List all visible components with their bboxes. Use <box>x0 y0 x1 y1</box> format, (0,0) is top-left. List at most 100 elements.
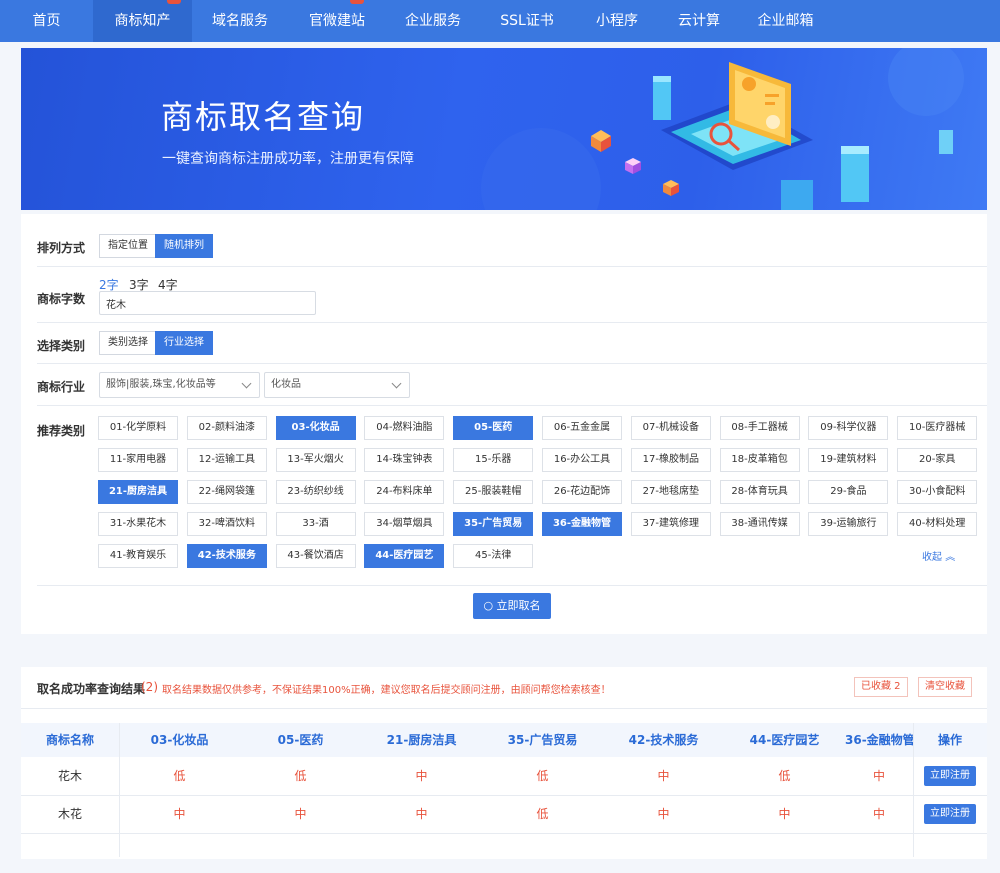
length-row: 商标字数 2字 3字 4字 <box>37 267 987 323</box>
success-rate-cell: 低 <box>536 769 549 783</box>
nav-item-website[interactable]: 官微建站 <box>288 0 386 42</box>
success-rate-cell: 中 <box>657 769 670 783</box>
chevron-down-icon <box>241 378 252 389</box>
category-chip[interactable]: 21-厨房洁具 <box>98 480 178 504</box>
category-chip[interactable]: 26-花边配饰 <box>542 480 622 504</box>
category-chip[interactable]: 30-小食配料 <box>897 480 978 504</box>
nav-item-cloud[interactable]: 云计算 <box>660 0 738 42</box>
category-chip[interactable]: 42-技术服务 <box>186 544 267 568</box>
category-chip[interactable]: 17-橡胶制品 <box>630 448 711 472</box>
table-header-cell: 42-技术服务 <box>603 723 724 757</box>
category-chip[interactable]: 02-颜料油漆 <box>186 416 267 440</box>
category-chip[interactable]: 38-通讯传媒 <box>719 512 800 536</box>
industry-select[interactable]: 服饰|服装,珠宝,化妆品等 <box>99 372 260 398</box>
category-chip[interactable]: 36-金融物管 <box>542 512 622 536</box>
category-chip[interactable]: 05-医药 <box>453 416 534 440</box>
nav-item-email[interactable]: 企业邮箱 <box>738 0 833 42</box>
results-title: 取名成功率查询结果 <box>37 682 146 696</box>
search-icon: ○ <box>483 599 494 612</box>
category-chip[interactable]: 01-化学原料 <box>98 416 178 440</box>
category-chip[interactable]: 27-地毯席垫 <box>630 480 711 504</box>
category-chip[interactable]: 25-服装鞋帽 <box>453 480 534 504</box>
category-chip[interactable]: 22-绳网袋篷 <box>186 480 267 504</box>
industry-label: 商标行业 <box>37 380 86 394</box>
success-rate-cell: 中 <box>294 807 307 821</box>
category-chip[interactable]: 16-办公工具 <box>542 448 622 472</box>
category-chip[interactable]: 07-机械设备 <box>630 416 711 440</box>
table-header-cell: 操作 <box>913 723 987 757</box>
category-chip[interactable]: 23-纺织纱线 <box>275 480 356 504</box>
nav-item-domain[interactable]: 域名服务 <box>192 0 288 42</box>
category-chip[interactable]: 24-布料床单 <box>364 480 445 504</box>
table-header-cell: 03-化妆品 <box>119 723 240 757</box>
clear-favorites-button[interactable]: 清空收藏 <box>918 677 972 697</box>
success-rate-cell: 中 <box>872 807 885 821</box>
table-header-cell: 36-金融物管 <box>845 723 913 757</box>
name-input[interactable] <box>99 291 316 315</box>
category-chip[interactable]: 28-体育玩具 <box>719 480 800 504</box>
category-chip[interactable]: 08-手工器械 <box>719 416 800 440</box>
category-chip[interactable]: 06-五金金属 <box>542 416 622 440</box>
hot-badge <box>350 0 364 4</box>
category-chip[interactable]: 19-建筑材料 <box>808 448 889 472</box>
sort-option-random[interactable]: 随机排列 <box>155 234 213 258</box>
category-chip[interactable]: 41-教育娱乐 <box>98 544 178 568</box>
category-chip[interactable]: 34-烟草烟具 <box>364 512 445 536</box>
category-mode-row: 选择类别 类别选择 行业选择 <box>37 323 987 364</box>
category-chip[interactable]: 09-科学仪器 <box>808 416 889 440</box>
favorites-button[interactable]: 已收藏 2 <box>854 677 908 697</box>
row-divider <box>21 833 987 834</box>
success-rate-cell: 中 <box>173 807 186 821</box>
banner-title: 商标取名查询 <box>161 98 366 136</box>
column-divider <box>913 723 914 857</box>
category-chip[interactable]: 32-啤酒饮料 <box>186 512 267 536</box>
length-label: 商标字数 <box>37 292 86 306</box>
mode-option-industry[interactable]: 行业选择 <box>155 331 213 355</box>
category-chip[interactable]: 44-医疗园艺 <box>364 544 445 568</box>
category-chip[interactable]: 37-建筑修理 <box>630 512 711 536</box>
hero-banner: 商标取名查询 一键查询商标注册成功率，注册更有保障 <box>21 48 987 210</box>
category-chip[interactable]: 12-运输工具 <box>186 448 267 472</box>
nav-item-miniprogram[interactable]: 小程序 <box>574 0 660 42</box>
results-count: (2) <box>141 680 158 694</box>
success-rate-cell: 中 <box>778 807 791 821</box>
nav-item-enterprise[interactable]: 企业服务 <box>386 0 480 42</box>
top-navigation: 首页 商标知产 域名服务 官微建站 企业服务 SSL证书 小程序 云计算 企业邮… <box>0 0 1000 42</box>
collapse-toggle[interactable]: 收起 ︽ <box>922 548 955 563</box>
category-chip[interactable]: 40-材料处理 <box>897 512 978 536</box>
mode-option-class[interactable]: 类别选择 <box>99 331 157 355</box>
category-chip[interactable]: 14-珠宝钟表 <box>364 448 445 472</box>
register-button[interactable]: 立即注册 <box>924 804 976 824</box>
category-chip[interactable]: 29-食品 <box>808 480 889 504</box>
category-chip[interactable]: 20-家具 <box>897 448 978 472</box>
category-chip[interactable]: 11-家用电器 <box>98 448 178 472</box>
sub-industry-select[interactable]: 化妆品 <box>264 372 410 398</box>
category-chip[interactable]: 35-广告贸易 <box>453 512 534 536</box>
category-chip[interactable]: 39-运输旅行 <box>808 512 889 536</box>
category-chip[interactable]: 45-法律 <box>453 544 534 568</box>
category-chip[interactable]: 15-乐器 <box>453 448 534 472</box>
category-chip[interactable]: 31-水果花木 <box>98 512 178 536</box>
chevron-up-icon: ︽ <box>945 552 956 563</box>
nav-item-trademark[interactable]: 商标知产 <box>93 0 192 42</box>
category-chip[interactable]: 43-餐饮酒店 <box>275 544 356 568</box>
table-header-cell: 35-广告贸易 <box>482 723 603 757</box>
category-chip[interactable]: 04-燃料油脂 <box>364 416 445 440</box>
category-chip[interactable]: 33-酒 <box>275 512 356 536</box>
success-rate-cell: 低 <box>536 807 549 821</box>
category-mode-label: 选择类别 <box>37 339 86 353</box>
nav-item-ssl[interactable]: SSL证书 <box>480 0 574 42</box>
nav-item-home[interactable]: 首页 <box>0 0 93 42</box>
category-chip[interactable]: 18-皮革箱包 <box>719 448 800 472</box>
banner-subtitle: 一键查询商标注册成功率，注册更有保障 <box>162 151 414 167</box>
register-button[interactable]: 立即注册 <box>924 766 976 786</box>
category-chip[interactable]: 13-军火烟火 <box>275 448 356 472</box>
success-rate-cell: 中 <box>415 769 428 783</box>
category-chip[interactable]: 10-医疗器械 <box>897 416 978 440</box>
success-rate-cell: 低 <box>173 769 186 783</box>
sort-label: 排列方式 <box>37 241 86 255</box>
sort-option-fixed[interactable]: 指定位置 <box>99 234 157 258</box>
success-rate-cell: 中 <box>657 807 670 821</box>
search-button[interactable]: ○ 立即取名 <box>473 593 551 619</box>
category-chip[interactable]: 03-化妆品 <box>275 416 356 440</box>
